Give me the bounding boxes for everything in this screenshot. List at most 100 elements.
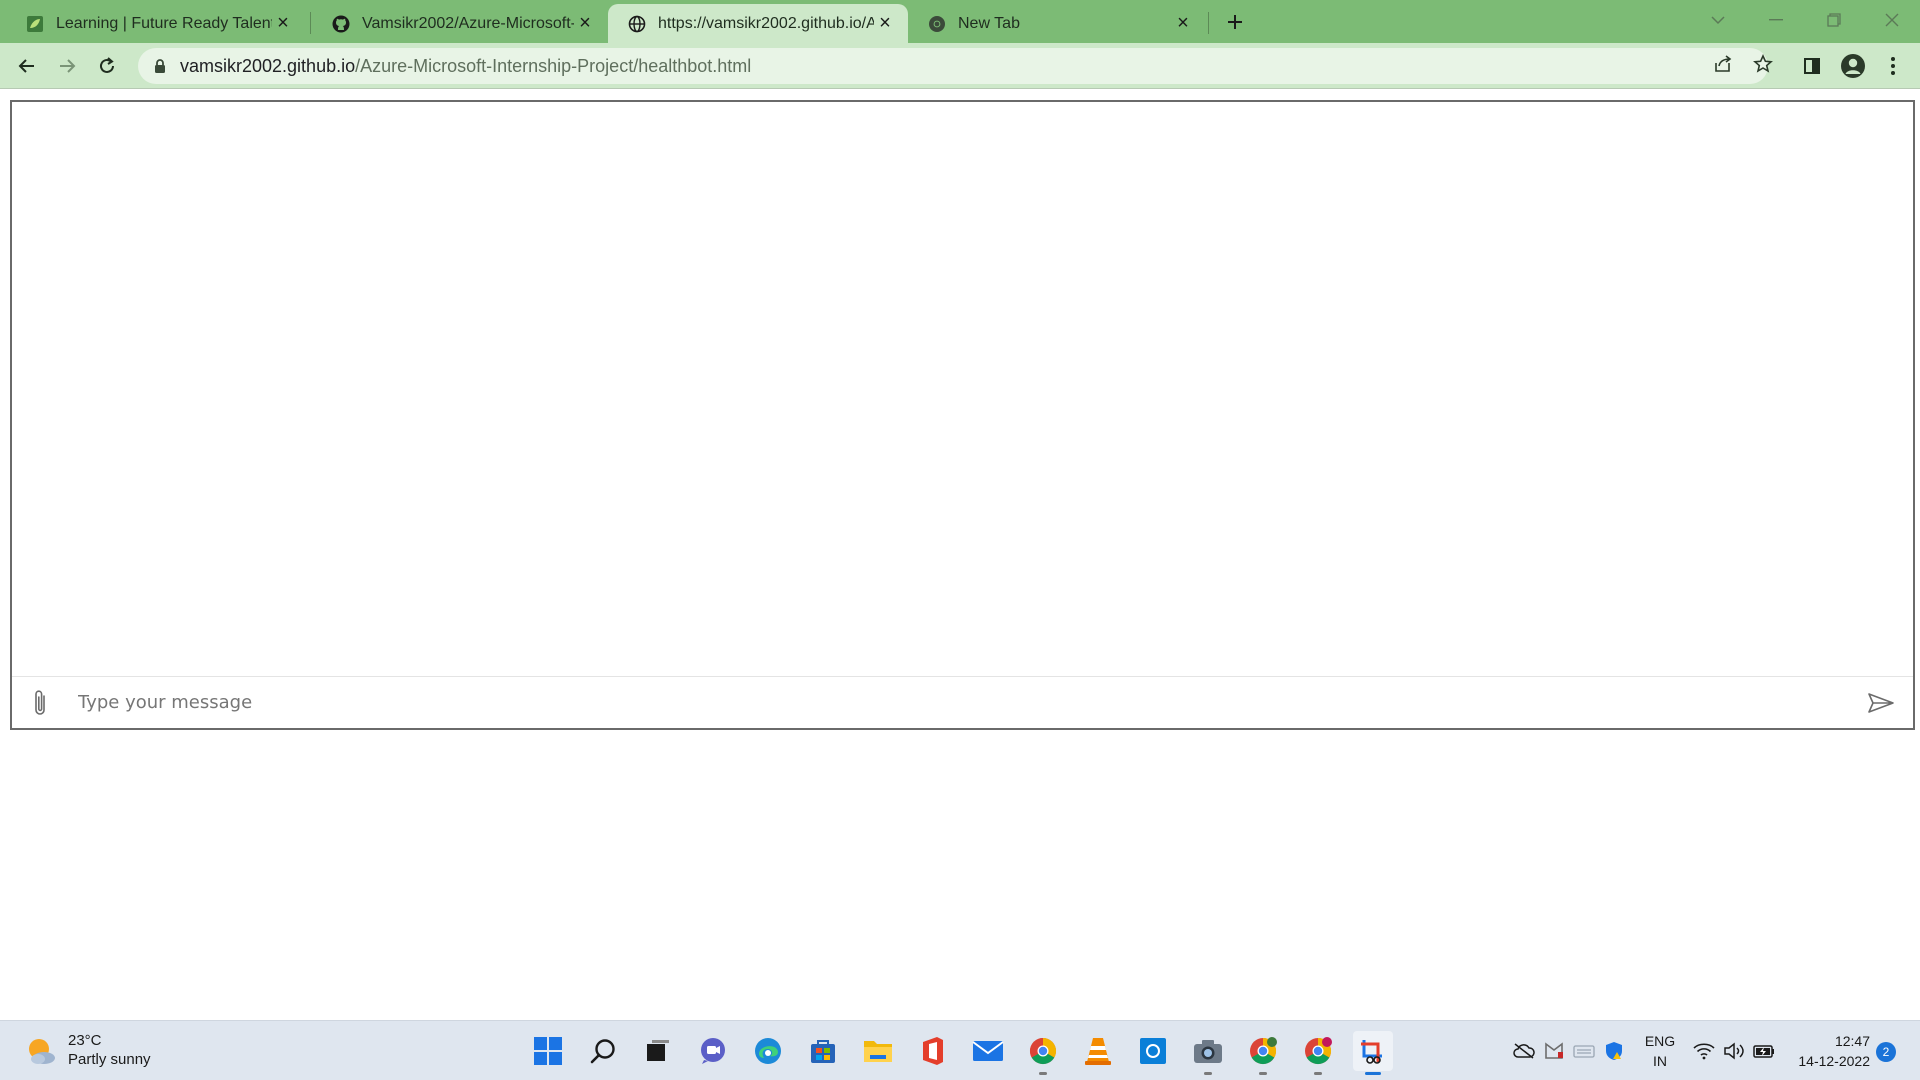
clock[interactable]: 12:47 14-12-2022 (1790, 1031, 1870, 1071)
network-button[interactable] (1690, 1035, 1718, 1067)
share-icon (1715, 55, 1732, 72)
reload-icon (100, 57, 114, 73)
close-icon[interactable]: × (574, 12, 596, 35)
weather-temperature: 23°C (68, 1032, 102, 1049)
battery-charging-icon (1753, 1045, 1774, 1058)
bookmark-button[interactable] (1748, 49, 1778, 79)
chrome-icon (1305, 1037, 1332, 1065)
weather-widget[interactable]: 23°C Partly sunny (24, 1031, 151, 1069)
browser-toolbar: vamsikr2002.github.io/Azure-Microsoft-In… (0, 43, 1920, 88)
cloud-offline-icon (1513, 1043, 1535, 1059)
input-language-indicator[interactable]: ENG IN (1640, 1031, 1680, 1071)
paperclip-icon (35, 689, 45, 715)
wifi-icon (1693, 1043, 1715, 1060)
camera-icon (1194, 1040, 1222, 1063)
close-window-button[interactable] (1864, 0, 1920, 40)
task-view-button[interactable] (638, 1031, 678, 1071)
camera-button[interactable] (1188, 1031, 1228, 1075)
running-indicator (1259, 1072, 1267, 1075)
chrome-icon (928, 15, 946, 33)
edge-button[interactable] (748, 1031, 788, 1071)
minimize-icon (1769, 19, 1783, 21)
language-bar-button[interactable] (1570, 1035, 1598, 1067)
chat-transcript[interactable] (12, 102, 1913, 676)
app-icon (1140, 1038, 1166, 1064)
windows-logo-icon (534, 1037, 562, 1065)
chrome-profile-button[interactable] (1243, 1031, 1283, 1075)
new-tab-button[interactable] (1220, 8, 1250, 36)
close-icon[interactable]: × (1172, 12, 1194, 35)
address-bar[interactable]: vamsikr2002.github.io/Azure-Microsoft-In… (138, 48, 1768, 84)
volume-button[interactable] (1720, 1035, 1748, 1067)
screen: Learning | Future Ready Talent × Vamsikr… (0, 0, 1920, 1080)
chrome-icon (1250, 1037, 1277, 1065)
message-input[interactable] (66, 682, 1855, 723)
vlc-button[interactable] (1078, 1031, 1118, 1071)
close-icon (1885, 13, 1899, 27)
tab-title: Vamsikr2002/Azure-Microsoft-Internship-P… (362, 14, 574, 32)
clock-time: 12:47 (1834, 1033, 1870, 1049)
battery-button[interactable] (1750, 1035, 1778, 1067)
snipping-tool-icon (1361, 1040, 1382, 1064)
avatar-icon (1841, 54, 1865, 78)
tab-divider (1208, 12, 1209, 34)
store-button[interactable] (803, 1031, 843, 1071)
tab-new-tab[interactable]: New Tab × (908, 4, 1206, 43)
tab-divider (310, 12, 311, 34)
blue-app-button[interactable] (1133, 1031, 1173, 1071)
tab-learning[interactable]: Learning | Future Ready Talent × (6, 4, 306, 43)
chrome-icon (1029, 1037, 1057, 1065)
close-icon[interactable]: × (272, 12, 294, 35)
chrome-button[interactable] (1023, 1031, 1063, 1075)
star-icon (1753, 54, 1773, 73)
snipping-tool-button[interactable] (1353, 1031, 1393, 1075)
teams-chat-button[interactable] (693, 1031, 733, 1071)
tab-healthbot[interactable]: https://vamsikr2002.github.io/Azure-Micr… (608, 4, 908, 43)
lock-icon[interactable] (152, 58, 168, 74)
profile-button[interactable] (1838, 51, 1868, 81)
tab-github[interactable]: Vamsikr2002/Azure-Microsoft-Internship-P… (312, 4, 608, 43)
chat-bubble-icon (701, 1038, 725, 1064)
globe-icon (628, 15, 646, 33)
web-page (0, 88, 1920, 1020)
menu-button[interactable] (1878, 51, 1908, 81)
minimize-button[interactable] (1748, 0, 1804, 40)
upload-button[interactable] (14, 677, 66, 729)
file-explorer-button[interactable] (858, 1031, 898, 1071)
share-button[interactable] (1708, 49, 1738, 79)
search-button[interactable] (583, 1031, 623, 1071)
browser-tab-strip: Learning | Future Ready Talent × Vamsikr… (0, 0, 1920, 43)
send-button[interactable] (1855, 677, 1907, 729)
office-button[interactable] (913, 1031, 953, 1071)
task-view-icon (647, 1040, 669, 1061)
plus-icon (1228, 15, 1242, 29)
arrow-right-icon (60, 59, 76, 73)
search-icon (590, 1039, 615, 1064)
tab-title: New Tab (958, 14, 1020, 32)
mail-icon (972, 1041, 1004, 1061)
url-host: vamsikr2002.github.io (180, 55, 356, 76)
arrow-left-icon (18, 59, 34, 73)
office-icon (923, 1037, 943, 1065)
vlc-cone-icon (1085, 1038, 1111, 1065)
close-icon[interactable]: × (874, 12, 896, 35)
webchat-frame (10, 100, 1915, 730)
running-indicator (1204, 1072, 1212, 1075)
tray-app-button[interactable] (1540, 1035, 1568, 1067)
start-button[interactable] (528, 1031, 568, 1071)
notification-badge[interactable]: 2 (1876, 1042, 1896, 1062)
chrome-profile-button[interactable] (1298, 1031, 1338, 1075)
tab-title: https://vamsikr2002.github.io/Azure-Micr… (658, 14, 874, 32)
side-panel-button[interactable] (1797, 51, 1827, 81)
github-icon (332, 15, 350, 33)
restore-button[interactable] (1806, 0, 1862, 40)
forward-button[interactable] (52, 51, 82, 81)
running-indicator (1039, 1072, 1047, 1075)
side-panel-icon (1804, 58, 1820, 74)
back-button[interactable] (12, 51, 42, 81)
mail-button[interactable] (968, 1031, 1008, 1071)
security-tray-button[interactable] (1600, 1035, 1628, 1067)
reload-button[interactable] (92, 51, 122, 81)
tab-search-button[interactable] (1690, 0, 1746, 40)
onedrive-tray-button[interactable] (1510, 1035, 1538, 1067)
